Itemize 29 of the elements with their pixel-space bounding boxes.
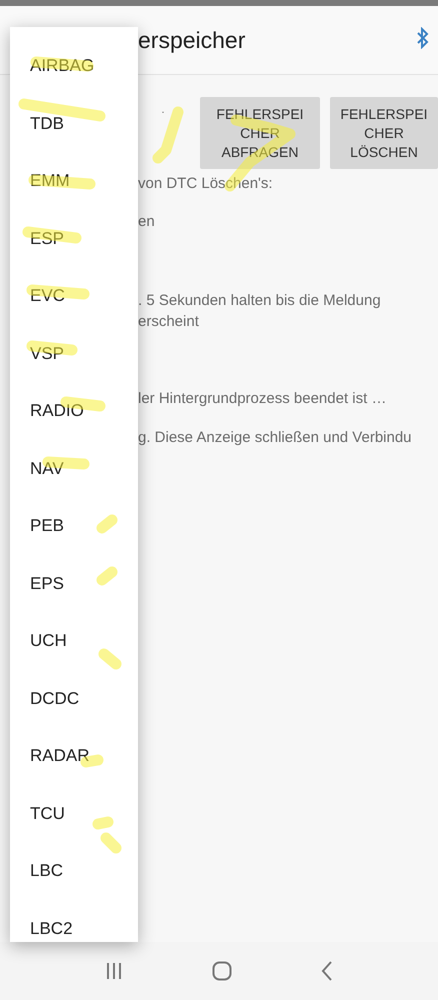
highlighter-stroke: [98, 648, 122, 670]
dropdown-item[interactable]: LBC2: [10, 900, 138, 942]
instruction-text: en: [138, 212, 156, 232]
highlighter-stroke: [96, 566, 118, 586]
instruction-text: . 5 Sekunden halten bis die Meldung erscheint: [138, 291, 382, 332]
dropdown-item[interactable]: RADAR: [10, 727, 138, 784]
dropdown-item[interactable]: NAV: [10, 440, 138, 497]
highlighter-stroke: [96, 514, 118, 534]
dropdown-item[interactable]: DCDC: [10, 670, 138, 727]
dropdown-item[interactable]: RADIO: [10, 382, 138, 440]
dropdown-item[interactable]: EPS: [10, 554, 138, 612]
dropdown-item[interactable]: UCH: [10, 612, 138, 670]
recent-apps-icon[interactable]: [104, 962, 123, 980]
dropdown-item[interactable]: LBC: [10, 842, 138, 900]
back-icon[interactable]: [321, 961, 334, 981]
dropdown-item[interactable]: TCU: [10, 784, 138, 842]
highlighter-stroke: [152, 106, 184, 164]
highlighter-stroke: [28, 174, 96, 190]
action-button[interactable]: FEHLERSPEI CHER ABFRAGEN: [200, 97, 320, 169]
dropdown-item[interactable]: PEB: [10, 497, 138, 554]
instruction-text: g. Diese Anzeige schließen und Verbindu: [138, 428, 413, 448]
dropdown-item[interactable]: TDB: [10, 94, 138, 152]
highlighter-stroke: [92, 816, 114, 830]
action-button[interactable]: FEHLERSPEI CHER LÖSCHEN: [330, 97, 438, 169]
home-icon[interactable]: [212, 961, 232, 981]
screen-title: erspeicher: [138, 26, 246, 55]
bluetooth-icon[interactable]: [416, 27, 430, 49]
instruction-text: ler Hintergrundprozess beendet ist …: [138, 389, 388, 409]
highlighter-stroke: [100, 832, 122, 854]
